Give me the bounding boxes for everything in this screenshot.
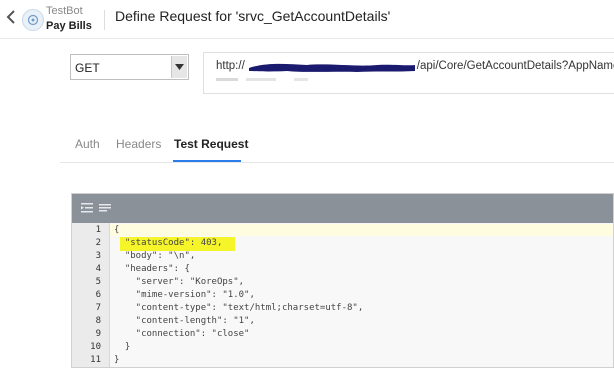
chevron-down-icon[interactable] <box>171 56 187 78</box>
tab-bar: Auth Headers Test Request <box>60 130 614 163</box>
code-line: "headers": { <box>114 264 190 274</box>
url-second-line <box>216 78 308 81</box>
line-number-gutter: 1 2 3 4 5 6 7 8 9 10 11 <box>72 223 110 367</box>
active-tab-indicator <box>173 160 241 162</box>
line-number: 1 <box>95 225 101 235</box>
format-indent-icon[interactable] <box>81 201 93 219</box>
line-number: 4 <box>95 264 101 274</box>
tab-test-request[interactable]: Test Request <box>174 137 248 151</box>
compact-lines-icon[interactable] <box>99 201 111 219</box>
code-line: "server": "KoreOps", <box>114 277 245 287</box>
header-divider <box>104 10 105 30</box>
line-number: 7 <box>95 303 101 313</box>
code-line: "statusCode": 403, <box>114 238 223 248</box>
redaction-mark <box>249 63 415 72</box>
code-line: "content-length": "1", <box>114 316 255 326</box>
code-line: "connection": "close" <box>114 329 250 339</box>
line-number: 10 <box>90 342 101 352</box>
bot-avatar-icon <box>22 9 44 31</box>
task-name: Pay Bills <box>46 20 92 32</box>
active-line-highlight <box>110 224 613 236</box>
response-editor[interactable]: 1 2 3 4 5 6 7 8 9 10 11 { "statusCode": … <box>71 193 614 368</box>
line-number: 2 <box>95 238 101 248</box>
back-arrow-icon[interactable] <box>6 10 18 26</box>
code-line: "content-type": "text/html;charset=utf-8… <box>114 303 364 313</box>
editor-toolbar <box>72 194 613 223</box>
method-value: GET <box>75 61 100 75</box>
code-line: } <box>114 355 120 365</box>
line-number: 11 <box>90 355 101 365</box>
page-title: Define Request for 'srvc_GetAccountDetai… <box>115 8 391 24</box>
line-number: 9 <box>95 329 101 339</box>
code-line: { <box>114 225 120 235</box>
code-line: } <box>114 342 131 352</box>
line-number: 3 <box>95 251 101 261</box>
line-number: 5 <box>95 277 101 287</box>
method-select[interactable]: GET <box>70 54 189 80</box>
top-header: TestBot Pay Bills Define Request for 'sr… <box>0 0 614 39</box>
bot-name: TestBot <box>46 5 83 17</box>
tab-auth[interactable]: Auth <box>75 137 100 151</box>
line-number: 6 <box>95 290 101 300</box>
code-line: "mime-version": "1.0", <box>114 290 255 300</box>
code-line: "body": "\n", <box>114 251 196 261</box>
tab-headers[interactable]: Headers <box>116 137 161 151</box>
line-number: 8 <box>95 316 101 326</box>
